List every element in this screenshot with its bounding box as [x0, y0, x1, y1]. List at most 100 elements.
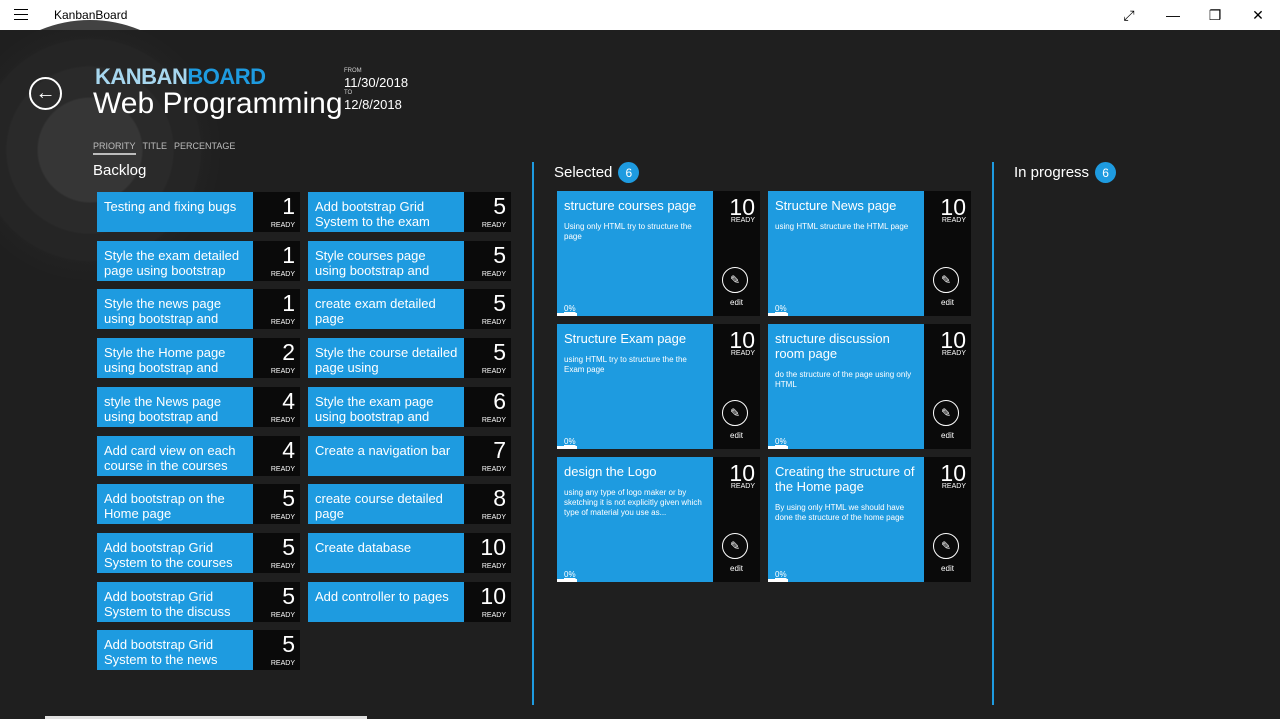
selected-card[interactable]: structure discussion room page do the str… — [768, 324, 971, 449]
story-points: 5 — [282, 485, 295, 511]
card-title: Style the news page using bootstrap and — [97, 289, 253, 329]
sort-priority[interactable]: PRIORITY — [93, 141, 136, 155]
card-points: 1 READY — [253, 289, 300, 329]
backlog-card[interactable]: Add bootstrap Grid System to the exam 5 RE… — [308, 192, 511, 232]
backlog-card[interactable]: Add controller to pages 10 READY — [308, 582, 511, 622]
card-title: Structure News page — [775, 198, 897, 213]
pencil-icon[interactable]: ✎ — [933, 267, 959, 293]
card-title: Add bootstrap on the Home page — [97, 484, 253, 524]
card-status: READY — [270, 319, 295, 326]
pencil-icon[interactable]: ✎ — [722, 400, 748, 426]
card-title: Style the course detailed page using — [308, 338, 464, 378]
fullscreen-button[interactable]: ⤢ — [1107, 0, 1151, 30]
card-status: READY — [730, 350, 755, 357]
backlog-card[interactable]: Add bootstrap Grid System to the discuss… — [97, 582, 300, 622]
progress-bar — [557, 579, 577, 582]
card-points: 7 READY — [464, 436, 511, 476]
story-points: 6 — [493, 388, 506, 414]
edit-label: edit — [730, 431, 743, 440]
card-points: 10 READY ✎ edit — [713, 457, 760, 582]
title-bar: KanbanBoard ⤢ — ❐ ✕ — [0, 0, 1280, 30]
progress-percent: 0% — [775, 570, 787, 579]
backlog-card[interactable]: Style the exam detailed page using boots… — [97, 241, 300, 281]
card-status: READY — [481, 271, 506, 278]
story-points: 5 — [493, 339, 506, 365]
hamburger-menu-icon[interactable] — [14, 9, 28, 21]
selected-card[interactable]: design the Logo using any type of logo ma… — [557, 457, 760, 582]
progress-percent: 0% — [564, 437, 576, 446]
selected-card[interactable]: Creating the structure of the Home page B… — [768, 457, 971, 582]
pencil-icon[interactable]: ✎ — [722, 267, 748, 293]
card-points: 10 READY ✎ edit — [713, 324, 760, 449]
card-points: 5 READY — [464, 338, 511, 378]
card-title: structure courses page — [564, 198, 697, 213]
card-points: 5 READY — [253, 582, 300, 622]
card-title: Style courses page using bootstrap and — [308, 241, 464, 281]
card-points: 4 READY — [253, 436, 300, 476]
selected-card[interactable]: Structure News page using HTML structure … — [768, 191, 971, 316]
pencil-icon[interactable]: ✎ — [933, 533, 959, 559]
selected-card[interactable]: Structure Exam page using HTML try to str… — [557, 324, 760, 449]
back-arrow-icon[interactable]: ← — [29, 77, 62, 110]
card-status: READY — [270, 222, 295, 229]
card-status: READY — [481, 563, 506, 570]
backlog-card[interactable]: Testing and fixing bugs 1 READY — [97, 192, 300, 232]
card-description: using HTML structure the HTML page — [775, 222, 909, 231]
card-title: Create database — [308, 533, 464, 573]
card-points: 10 READY — [464, 533, 511, 573]
backlog-card[interactable]: Create database 10 READY — [308, 533, 511, 573]
backlog-card[interactable]: Style the exam page using bootstrap and 6… — [308, 387, 511, 427]
from-date: 11/30/2018 — [344, 75, 409, 90]
pencil-icon[interactable]: ✎ — [722, 533, 748, 559]
card-title: Add bootstrap Grid System to the exam — [308, 192, 464, 232]
in-progress-column-title: In progress 6 — [1014, 162, 1117, 183]
card-title: design the Logo — [564, 464, 657, 479]
card-status: READY — [270, 612, 295, 619]
card-title: Style the Home page using bootstrap and — [97, 338, 253, 378]
card-status: READY — [481, 319, 506, 326]
sort-percentage[interactable]: PERCENTAGE — [174, 141, 235, 155]
story-points: 5 — [493, 193, 506, 219]
pencil-icon[interactable]: ✎ — [933, 400, 959, 426]
backlog-card[interactable]: Style the course detailed page using 5 REA… — [308, 338, 511, 378]
card-points: 8 READY — [464, 484, 511, 524]
backlog-card[interactable]: Style the news page using bootstrap and 1… — [97, 289, 300, 329]
date-range: FROM 11/30/2018 TO 12/8/2018 — [344, 68, 408, 112]
card-points: 5 READY — [253, 533, 300, 573]
restore-button[interactable]: ❐ — [1193, 0, 1237, 30]
story-points: 5 — [282, 631, 295, 657]
card-status: READY — [481, 466, 506, 473]
card-points: 5 READY — [253, 630, 300, 670]
backlog-card[interactable]: create exam detailed page 5 READY — [308, 289, 511, 329]
backlog-card[interactable]: Create a navigation bar 7 READY — [308, 436, 511, 476]
card-status: READY — [941, 217, 966, 224]
card-title: create course detailed page — [308, 484, 464, 524]
selected-card[interactable]: structure courses page Using only HTML tr… — [557, 191, 760, 316]
card-description: using any type of logo maker or by sketc… — [564, 488, 702, 517]
backlog-card[interactable]: Add card view on each course in the cour… — [97, 436, 300, 476]
card-body: Structure Exam page using HTML try to str… — [557, 324, 713, 449]
backlog-card[interactable]: Add bootstrap on the Home page 5 READY — [97, 484, 300, 524]
column-divider — [532, 162, 534, 705]
backlog-card[interactable]: style the News page using bootstrap and 4… — [97, 387, 300, 427]
close-button[interactable]: ✕ — [1236, 0, 1280, 30]
card-description: Using only HTML try to structure the pag… — [564, 222, 692, 241]
card-title: Style the exam page using bootstrap and — [308, 387, 464, 427]
story-points: 5 — [282, 583, 295, 609]
backlog-card[interactable]: Style courses page using bootstrap and 5 R… — [308, 241, 511, 281]
card-status: READY — [270, 660, 295, 667]
backlog-card[interactable]: Add bootstrap Grid System to the news 5 RE… — [97, 630, 300, 670]
card-points: 1 READY — [253, 192, 300, 232]
sort-title[interactable]: TITLE — [143, 141, 168, 155]
in-progress-count-badge: 6 — [1095, 162, 1117, 183]
backlog-card[interactable]: create course detailed page 8 READY — [308, 484, 511, 524]
card-points: 1 READY — [253, 241, 300, 281]
minimize-button[interactable]: — — [1151, 0, 1195, 30]
edit-label: edit — [730, 298, 743, 307]
progress-percent: 0% — [564, 304, 576, 313]
progress-bar — [768, 446, 788, 449]
card-status: READY — [270, 514, 295, 521]
card-status: READY — [481, 417, 506, 424]
backlog-card[interactable]: Add bootstrap Grid System to the courses… — [97, 533, 300, 573]
backlog-card[interactable]: Style the Home page using bootstrap and 2… — [97, 338, 300, 378]
